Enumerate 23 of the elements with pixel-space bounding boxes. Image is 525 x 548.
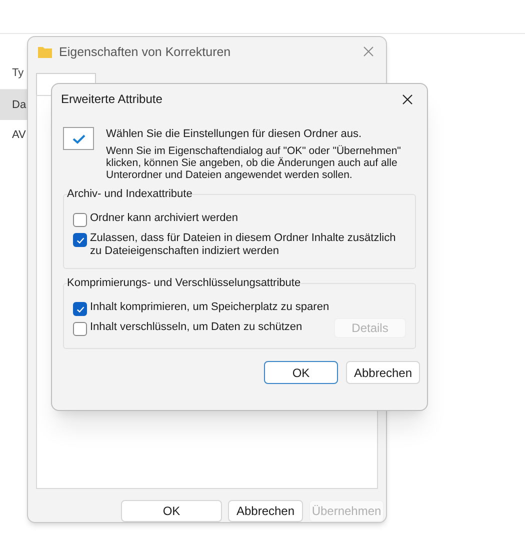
check-icon (76, 236, 84, 244)
checkbox[interactable] (73, 302, 87, 316)
checkbox[interactable] (73, 213, 87, 227)
checkbox[interactable] (73, 233, 87, 247)
checkbox-label: Inhalt komprimieren, um Speicherplatz zu sparen (90, 301, 330, 314)
checkbox-label: Ordner kann archiviert werden (90, 212, 239, 225)
folder-icon (38, 46, 52, 58)
checkmark-icon (63, 127, 94, 150)
dialog-button[interactable]: Abbrechen (228, 500, 303, 522)
checkbox-label: Inhalt verschlüsseln, um Daten zu schützen (90, 321, 304, 334)
dialog-button[interactable]: OK (121, 500, 222, 522)
dialog-heading: Wählen Sie die Einstellungen für diesen Ordner aus. (106, 127, 363, 142)
dialog-button[interactable]: OK (264, 361, 338, 384)
checkbox-label: Zulassen, dass für Dateien in diesem Ordner Inhalte zusätzlich zu Dateieigenschaften indiziert werden (90, 232, 397, 258)
file-row[interactable]: Da (0, 90, 27, 120)
window-title: Eigenschaften von Korrekturen (59, 44, 231, 61)
dialog-button[interactable]: Abbrechen (346, 361, 420, 384)
checkbox[interactable] (73, 322, 87, 336)
dialog-title: Erweiterte Attribute (61, 91, 162, 108)
dialog-description: Wenn Sie im Eigenschaftendialog auf "OK" oder "Übernehmen" klicken, können Sie angeben, ob die Änderungen auch auf alle Unterordner und Dateien angewendet werden sollen. (106, 145, 402, 181)
close-icon[interactable] (402, 94, 413, 104)
group-title: Komprimierungs- und Verschlüsselungsattribute (67, 276, 301, 290)
check-icon (76, 304, 84, 314)
